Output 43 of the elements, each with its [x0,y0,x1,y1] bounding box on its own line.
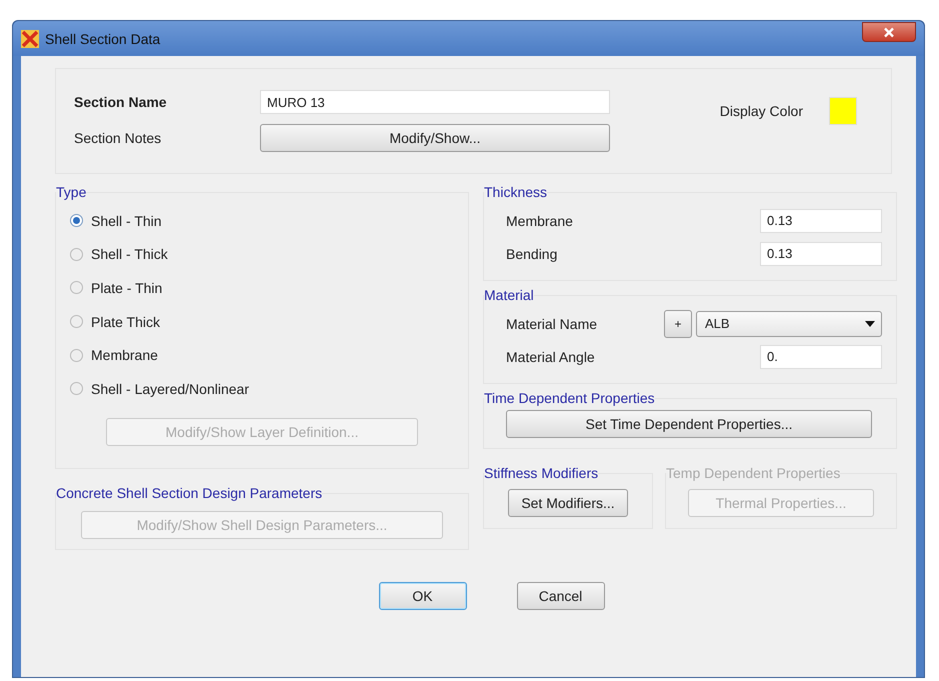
radio-button[interactable] [70,348,83,362]
field-label: Display Color [720,103,803,119]
option-label[interactable]: Plate - Thin [91,280,162,296]
color-swatch[interactable] [829,97,857,125]
option-label[interactable]: Plate Thick [91,314,160,330]
cancel-button[interactable]: Cancel [516,582,604,610]
section-name-field[interactable]: MURO 13 [260,90,610,114]
field-label: Material Name [506,316,598,332]
caret-icon [865,320,875,326]
thickness-field[interactable]: 0.13 [760,242,882,266]
modify-show-button[interactable]: Modify/Show... [260,124,610,152]
radio-button[interactable] [70,315,83,328]
group-title: Material [484,287,534,303]
ok-button[interactable]: OK [378,582,466,610]
window-title: Shell Section Data [45,30,162,46]
option-label[interactable]: Membrane [91,347,158,364]
group-title: Thickness [484,184,548,200]
radio-button[interactable] [70,281,83,294]
close-button[interactable] [862,22,916,42]
add-material-button[interactable]: + [664,310,692,338]
option-label[interactable]: Shell - Thin [91,212,162,229]
group-title: Type [56,184,86,200]
radio-button[interactable] [70,248,83,261]
time-dependent-button[interactable]: Set Time Dependent Properties... [506,410,872,438]
material-angle-field[interactable]: 0. [760,344,882,368]
field-label: Material Angle [506,348,596,364]
field-label: Bending [506,246,558,262]
thickness-field[interactable]: 0.13 [760,208,882,232]
material-dropdown[interactable]: ALB [696,310,882,336]
option-label[interactable]: Shell - Layered/Nonlinear [91,380,249,397]
field-label: Membrane [506,212,574,228]
group-title: Concrete Shell Section Design Parameters [56,485,322,501]
field-label: Section Name [74,94,168,110]
field-label: Section Notes [74,130,162,146]
radio-button[interactable] [70,382,83,396]
close-icon [883,26,895,38]
option-label[interactable]: Shell - Thick [91,246,168,262]
group-title: Time Dependent Properties [484,390,655,406]
app-icon [21,30,39,48]
group-title: Temp Dependent Properties [666,465,840,481]
group-title: Stiffness Modifiers [484,465,598,481]
radio-button[interactable] [70,214,83,228]
set-modifiers-button[interactable]: Set Modifiers... [508,489,628,517]
